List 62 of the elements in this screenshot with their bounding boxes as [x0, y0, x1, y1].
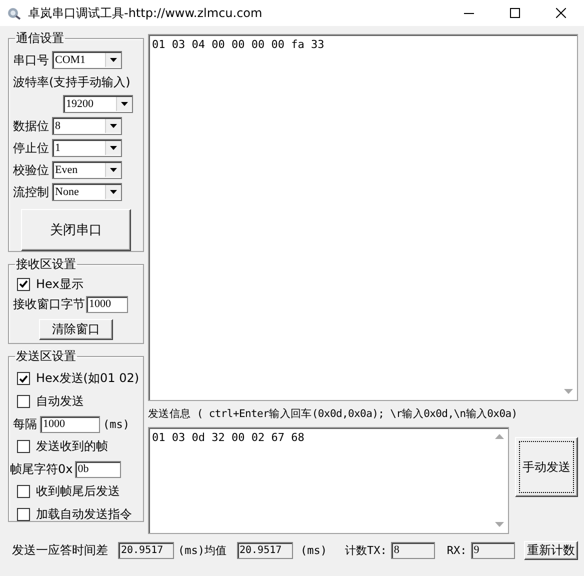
- close-icon[interactable]: [556, 8, 566, 18]
- checkbox[interactable]: [17, 372, 30, 385]
- receive-text-area[interactable]: 01 03 04 00 00 00 00 fa 33: [148, 34, 578, 401]
- close-port-button[interactable]: 关闭串口: [21, 209, 131, 251]
- settings-dropdown[interactable]: None: [52, 183, 122, 201]
- input-field[interactable]: 20.9517: [118, 542, 174, 558]
- minimize-icon[interactable]: [464, 12, 474, 14]
- checkbox-label: 加载自动发送指令: [36, 506, 132, 523]
- checkbox-label: Hex发送(如01 02): [36, 370, 140, 387]
- checkbox[interactable]: [17, 440, 30, 453]
- settings-dropdown[interactable]: 8: [52, 117, 122, 135]
- field-label: 停止位: [13, 140, 49, 156]
- field-label: 校验位: [13, 162, 49, 178]
- caret-icon: [110, 190, 117, 194]
- field-label: 数据位: [13, 118, 49, 134]
- checkbox[interactable]: [17, 278, 30, 290]
- reset-count-button[interactable]: 重新计数: [524, 540, 578, 560]
- caret-icon: [110, 58, 117, 62]
- rx-count-label: RX:: [446, 544, 467, 556]
- tx-count-label: 计数TX:: [345, 542, 387, 558]
- group-title: 接收区设置: [15, 256, 77, 273]
- checkbox-label: Hex显示: [36, 276, 84, 292]
- checkbox-label: 自动发送: [36, 393, 84, 410]
- checkbox-label: 发送收到的帧: [36, 438, 108, 455]
- app-icon: [6, 5, 22, 21]
- field-label: 每隔: [13, 416, 37, 432]
- caret-icon: [121, 102, 128, 106]
- unit-label: (ms): [300, 544, 327, 556]
- window-title: 卓岚串口调试工具-http://www.zlmcu.com: [28, 4, 264, 22]
- group-title: 发送区设置: [15, 348, 77, 365]
- checkbox-label: 收到帧尾后发送: [36, 483, 120, 500]
- settings-dropdown[interactable]: Even: [52, 161, 122, 179]
- input-field[interactable]: 1000: [40, 416, 100, 432]
- settings-dropdown[interactable]: 19200: [63, 95, 133, 113]
- input-field[interactable]: 20.9517: [236, 542, 292, 558]
- field-label: 发送一应答时间差: [12, 542, 108, 558]
- checkbox[interactable]: [17, 395, 30, 408]
- settings-dropdown[interactable]: COM1: [52, 51, 122, 69]
- manual-send-button[interactable]: 手动发送: [515, 437, 578, 497]
- field-label: 流控制: [13, 184, 49, 200]
- clear-window-button[interactable]: 清除窗口: [39, 319, 113, 340]
- input-field[interactable]: 9: [470, 542, 515, 558]
- send-info-label: 发送信息 ( ctrl+Enter输入回车(0x0d,0x0a); \r输入0x0d,\n输入0x0a): [148, 407, 518, 421]
- field-label: 接收窗口字节: [13, 296, 85, 312]
- received-data: 01 03 04 00 00 00 00 fa 33: [151, 37, 326, 53]
- input-field[interactable]: 1000: [86, 296, 128, 312]
- field-label: 波特率(支持手动输入): [13, 74, 130, 90]
- send-data: 01 03 0d 32 00 02 67 68: [151, 430, 306, 446]
- input-field[interactable]: 0b: [74, 460, 121, 478]
- caret-icon: [110, 146, 117, 150]
- checkbox[interactable]: [17, 485, 30, 498]
- checkbox[interactable]: [17, 508, 30, 521]
- settings-dropdown[interactable]: 1: [52, 139, 122, 157]
- caret-icon: [110, 124, 117, 128]
- maximize-icon[interactable]: [510, 8, 520, 18]
- caret-icon: [110, 168, 117, 172]
- unit-label: (ms): [103, 418, 130, 430]
- group-title: 通信设置: [15, 30, 65, 47]
- unit-label: (ms)均值: [178, 542, 226, 558]
- input-field[interactable]: 8: [390, 542, 435, 558]
- field-label: 串口号: [13, 52, 49, 68]
- field-label: 帧尾字符0x: [10, 460, 73, 478]
